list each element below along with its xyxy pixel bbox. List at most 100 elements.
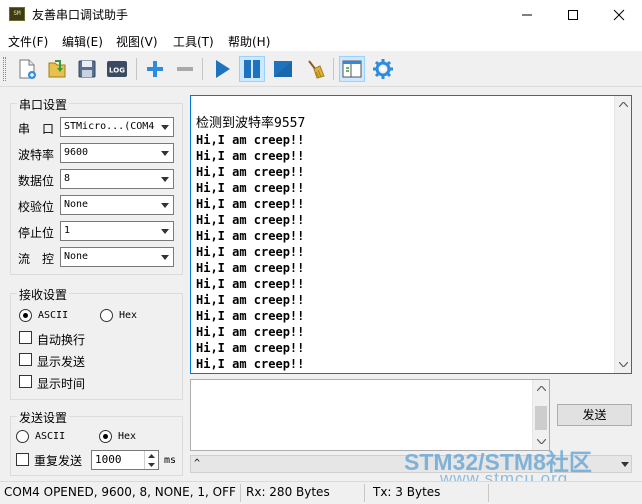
receive-line: Hi,I am creep!!: [196, 293, 305, 307]
add-button[interactable]: [142, 56, 168, 82]
menu-help[interactable]: 帮助(H): [228, 33, 270, 50]
chevron-down-icon: [157, 196, 173, 214]
status-divider: [240, 484, 241, 502]
repeat-interval-spinner[interactable]: 1000: [91, 450, 159, 470]
title-bar: SM 友善串口调试助手: [0, 0, 642, 29]
maximize-icon: [568, 10, 578, 20]
spinner-up-icon[interactable]: [145, 451, 158, 460]
scroll-up-icon[interactable]: [615, 96, 631, 113]
repeat-send-label: 重复发送: [34, 454, 83, 468]
send-hex-radio[interactable]: [99, 430, 112, 443]
receive-line: Hi,I am creep!!: [196, 229, 305, 243]
receive-hex-radio[interactable]: [100, 309, 113, 322]
receive-textarea[interactable]: 检测到波特率9557 Hi,I am creep!! Hi,I am creep!!…: [190, 95, 632, 374]
send-settings-title: 发送设置: [17, 409, 70, 426]
svg-text:LOG: LOG: [109, 67, 125, 75]
receive-line: Hi,I am creep!!: [196, 341, 305, 355]
show-time-label: 显示时间: [37, 377, 86, 391]
send-textarea[interactable]: [190, 379, 550, 451]
menu-edit[interactable]: 编辑(E): [62, 33, 103, 50]
toolbar-separator: [202, 58, 203, 80]
close-icon: [613, 9, 625, 21]
main-window: SM 友善串口调试助手 文件(F) 编辑(E) 视图(V) 工具(T) 帮助(H…: [0, 0, 642, 504]
stopbits-label: 停止位: [18, 226, 55, 240]
receive-settings-title: 接收设置: [17, 286, 70, 303]
spinner-down-icon[interactable]: [145, 460, 158, 469]
remove-button[interactable]: [172, 56, 198, 82]
add-icon: [147, 61, 163, 77]
auto-wrap-label: 自动换行: [37, 333, 86, 347]
receive-line: Hi,I am creep!!: [196, 325, 305, 339]
chevron-down-icon: [157, 248, 173, 266]
status-divider: [364, 484, 365, 502]
log-icon: LOG: [107, 61, 127, 77]
parity-select[interactable]: None: [60, 195, 174, 215]
stop-button[interactable]: [270, 56, 296, 82]
toolbar-separator: [136, 58, 137, 80]
clear-broom-icon: [308, 60, 325, 79]
open-file-icon: [48, 60, 66, 78]
auto-wrap-checkbox[interactable]: [19, 331, 32, 344]
repeat-send-checkbox[interactable]: [16, 453, 29, 466]
scroll-up-icon[interactable]: [533, 380, 549, 397]
save-button[interactable]: [74, 56, 100, 82]
close-button[interactable]: [596, 0, 642, 29]
status-bar: COM4 OPENED, 9600, 8, NONE, 1, OFF Rx: 2…: [0, 481, 642, 504]
menu-file[interactable]: 文件(F): [8, 33, 48, 50]
menu-bar: 文件(F) 编辑(E) 视图(V) 工具(T) 帮助(H): [0, 29, 642, 51]
send-button[interactable]: 发送: [557, 404, 632, 426]
maximize-button[interactable]: [550, 0, 596, 29]
receive-line: Hi,I am creep!!: [196, 149, 305, 163]
baud-detect-line: 检测到波特率9557: [196, 116, 306, 131]
stopbits-select[interactable]: 1: [60, 221, 174, 241]
show-time-checkbox[interactable]: [19, 375, 32, 388]
spinner-buttons: [144, 451, 158, 469]
layout-button[interactable]: [339, 56, 365, 82]
tx-count: Tx: 3 Bytes: [373, 485, 441, 499]
toolbar-grip[interactable]: [3, 57, 6, 81]
receive-ascii-label: ASCII: [38, 310, 69, 321]
receive-line: Hi,I am creep!!: [196, 357, 305, 371]
menu-view[interactable]: 视图(V): [116, 33, 158, 50]
receive-scrollbar[interactable]: [614, 96, 631, 373]
minimize-button[interactable]: [504, 0, 550, 29]
baud-select[interactable]: 9600: [60, 143, 174, 163]
receive-line: Hi,I am creep!!: [196, 245, 305, 259]
databits-select[interactable]: 8: [60, 169, 174, 189]
pause-button[interactable]: [239, 56, 265, 82]
flow-select[interactable]: None: [60, 247, 174, 267]
show-send-label: 显示发送: [37, 355, 86, 369]
scroll-down-icon[interactable]: [615, 356, 631, 373]
baud-label: 波特率: [18, 148, 55, 162]
pause-icon: [244, 60, 260, 78]
log-button[interactable]: LOG: [104, 56, 130, 82]
start-button[interactable]: [209, 56, 235, 82]
toolbar: LOG: [0, 51, 642, 87]
scroll-thumb[interactable]: [535, 406, 547, 430]
open-file-button[interactable]: [44, 56, 70, 82]
interval-unit-label: ms: [164, 455, 177, 466]
receive-ascii-radio[interactable]: [19, 309, 32, 322]
settings-button[interactable]: [370, 56, 396, 82]
app-logo-icon: SM: [9, 7, 25, 21]
send-ascii-label: ASCII: [35, 431, 66, 442]
send-ascii-radio[interactable]: [16, 430, 29, 443]
receive-line: Hi,I am creep!!: [196, 213, 305, 227]
settings-gear-icon: [373, 59, 393, 79]
new-file-button[interactable]: [14, 56, 40, 82]
receive-line: Hi,I am creep!!: [196, 165, 305, 179]
caret-up-icon: ^: [194, 458, 201, 469]
port-label: 串 口: [18, 122, 55, 136]
send-scrollbar[interactable]: [532, 380, 549, 450]
menu-tools[interactable]: 工具(T): [173, 33, 214, 50]
layout-icon: [342, 60, 362, 78]
minimize-icon: [522, 14, 532, 16]
serial-settings-title: 串口设置: [17, 96, 70, 113]
remove-icon: [177, 67, 193, 71]
clear-button[interactable]: [302, 56, 328, 82]
receive-line: Hi,I am creep!!: [196, 309, 305, 323]
receive-line: Hi,I am creep!!: [196, 181, 305, 195]
new-file-icon: [19, 59, 36, 79]
port-select[interactable]: STMicro...(COM4: [60, 117, 174, 137]
show-send-checkbox[interactable]: [19, 353, 32, 366]
